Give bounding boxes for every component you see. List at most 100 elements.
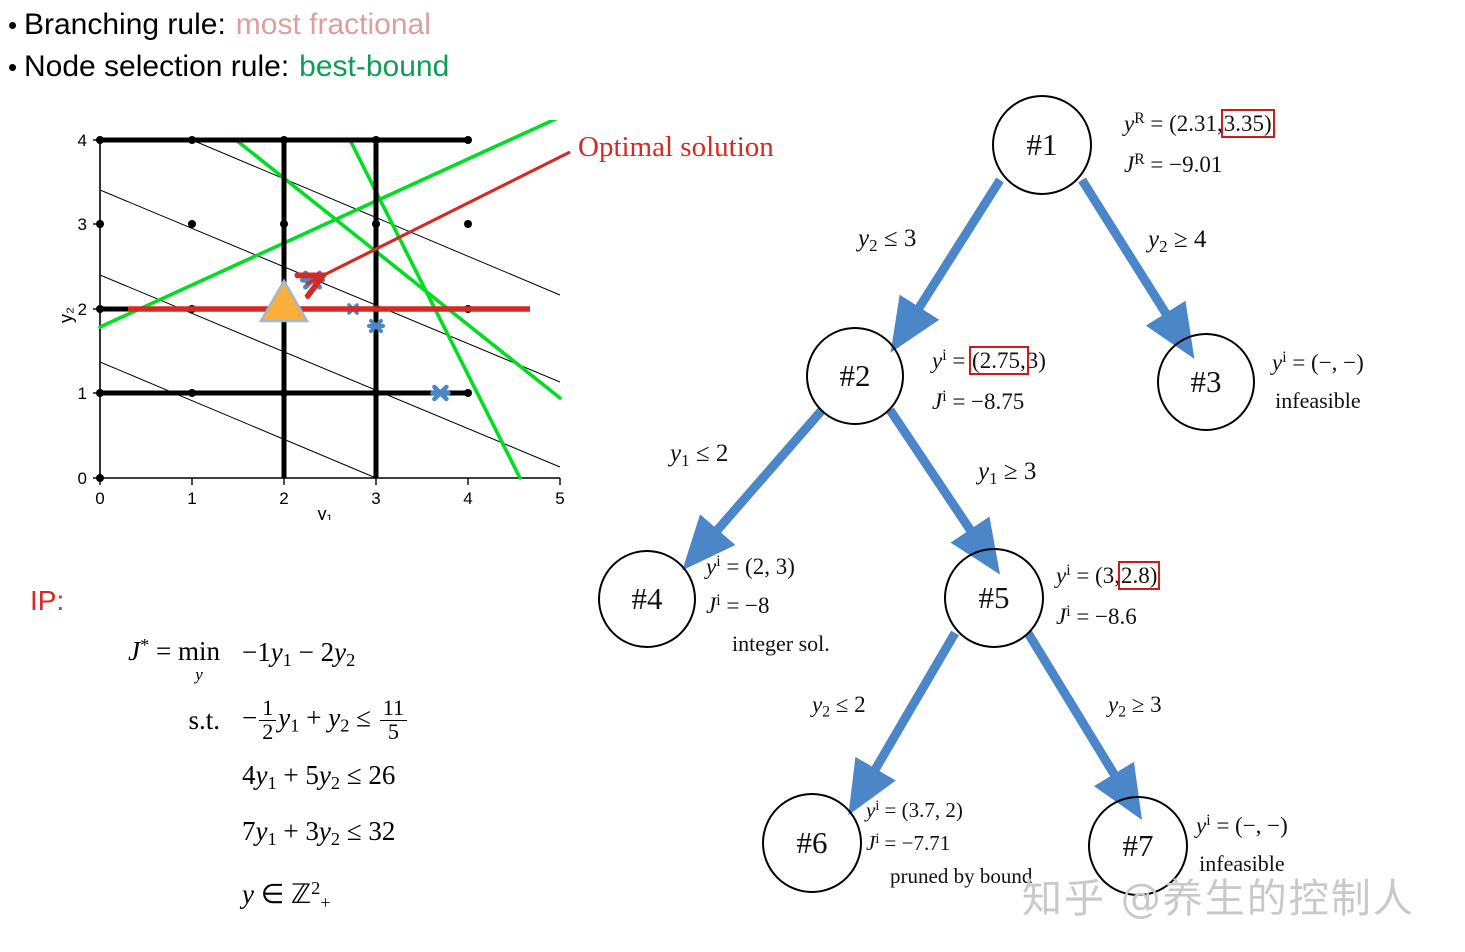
node-selection-rule-label: Node selection rule: — [24, 50, 290, 83]
edge-5-7-rel: ≥ — [1131, 692, 1145, 717]
tree-edge-2-4 — [682, 407, 826, 571]
bullet-dot-icon: • — [8, 52, 18, 82]
edge-5-7-sub: 2 — [1118, 703, 1127, 721]
ip-formulation: IP: J* = min y −1y1 − 2y2 s.t. −1 2 y1 + y… — [30, 585, 550, 918]
node-3-sol: = (−, −) — [1292, 349, 1364, 375]
tree-node-6-info: yi = (3.7, 2) Ji = −7.71 pruned by bound — [866, 798, 1033, 889]
frac-num-half: 1 — [259, 697, 277, 721]
tree-edge-2-5 — [886, 407, 1001, 575]
c3-coef-b: 3 — [305, 816, 319, 847]
ip-constraint-row-1: s.t. −1 2 y1 + y2 ≤ 11 5 — [30, 697, 550, 743]
c2-coef-a: 4 — [242, 760, 256, 791]
svg-text:1: 1 — [78, 384, 87, 403]
c3-rhs: 32 — [368, 816, 396, 847]
node-4-sol: = (2, 3) — [726, 553, 795, 579]
edge-5-6-rel: ≤ — [835, 692, 849, 717]
y-axis-label: y₂ — [60, 307, 76, 323]
tree-node-4[interactable]: #4 — [598, 550, 696, 648]
tree-edge-label-2-5: y1 ≥ 3 — [978, 458, 1037, 488]
ip-integrality-expr: y ∈ ℤ2+ — [242, 877, 331, 912]
c2-coef-b: 5 — [305, 760, 319, 791]
edge-2-4-sub: 1 — [681, 450, 690, 470]
tree-node-4-info: yi = (2, 3) Ji = −8 integer sol. — [706, 547, 830, 659]
tree-node-5[interactable]: #5 — [944, 548, 1044, 648]
tree-node-3-label: #3 — [1190, 364, 1222, 399]
node-5-sol-prefix: = (3, — [1076, 562, 1120, 588]
svg-text:3: 3 — [371, 489, 380, 508]
ip-objective-lhs: J* = min y — [128, 635, 220, 685]
tree-node-1-label: #1 — [1026, 127, 1058, 162]
node-2-sol-tail: 3) — [1026, 347, 1046, 373]
tree-node-6-label: #6 — [796, 825, 828, 860]
tree-node-3[interactable]: #3 — [1157, 333, 1255, 431]
ip-st-label: s.t. — [188, 705, 220, 736]
edge-2-5-sub: 1 — [989, 468, 998, 488]
node-2-sol-prefix: = — [952, 347, 966, 373]
tree-edge-1-3 — [1078, 177, 1195, 359]
edge-1-2-bound: 3 — [903, 225, 917, 252]
node-1-obj: = −9.01 — [1150, 151, 1223, 177]
x-axis-label: y₁ — [317, 504, 332, 520]
svg-text:1: 1 — [187, 489, 196, 508]
node-1-sol-boxed: 3.35) — [1220, 108, 1275, 138]
c3-coef-a: 7 — [242, 816, 256, 847]
edge-2-4-rel: ≤ — [695, 440, 710, 467]
ip-constraint-row-2: 4y1 + 5y2 ≤ 26 — [30, 759, 550, 799]
ip-constraint-row-4: y ∈ ℤ2+ — [30, 872, 550, 918]
tree-edge-label-1-2: y2 ≤ 3 — [858, 225, 917, 255]
ip-objective-row: J* = min y −1y1 − 2y2 — [30, 629, 550, 683]
node-6-note: pruned by bound — [890, 864, 1033, 889]
frac-num-eleven: 11 — [379, 697, 408, 721]
branching-rule-label: Branching rule: — [24, 8, 226, 41]
edge-1-2-rel: ≤ — [883, 225, 898, 252]
edge-2-5-rel: ≥ — [1003, 458, 1018, 485]
svg-text:2: 2 — [279, 489, 288, 508]
tree-node-3-info: yi = (−, −) infeasible — [1272, 343, 1364, 416]
tree-node-6[interactable]: #6 — [762, 793, 862, 893]
edge-1-3-rel: ≥ — [1173, 226, 1188, 253]
svg-text:0: 0 — [95, 489, 104, 508]
ip-objective-rhs: −1y1 − 2y2 — [242, 637, 356, 671]
node-4-obj: = −8 — [726, 592, 770, 618]
svg-text:3: 3 — [78, 215, 87, 234]
tree-node-1[interactable]: #1 — [992, 95, 1092, 195]
edge-5-7-bound: 3 — [1150, 692, 1162, 717]
svg-text:4: 4 — [463, 489, 472, 508]
bullet-branching-rule: • Branching rule: most fractional — [8, 4, 648, 46]
tree-edge-label-2-4: y1 ≤ 2 — [670, 440, 729, 470]
tree-edge-label-5-7: y2 ≥ 3 — [1108, 692, 1162, 721]
tree-node-2-info: yi = (2.75,3) Ji = −8.75 — [932, 345, 1046, 414]
node-4-note: integer sol. — [732, 630, 830, 656]
constraint-lines — [98, 120, 562, 480]
ip-title: IP: — [30, 585, 65, 616]
plot-svg: 0 1 2 3 4 5 0 1 2 3 4 y₁ y₂ — [60, 120, 571, 520]
ip-min-subscript: y — [195, 665, 203, 685]
node-3-note: infeasible — [1275, 387, 1361, 413]
tree-edge-1-2 — [890, 177, 1004, 353]
tree-node-2-label: #2 — [839, 358, 871, 393]
node-2-obj: = −8.75 — [952, 388, 1025, 414]
frac-den-half: 2 — [262, 718, 274, 744]
tree-node-7-label: #7 — [1122, 828, 1154, 863]
node-selection-rule-value: best-bound — [299, 50, 450, 83]
branching-rule-value: most fractional — [235, 8, 431, 41]
tree-edge-label-5-6: y2 ≤ 2 — [812, 692, 866, 721]
edge-1-3-bound: 4 — [1193, 226, 1207, 253]
tree-node-1-info: yR = (2.31,3.35) JR = −9.01 — [1124, 108, 1275, 177]
bullet-node-selection-rule: • Node selection rule: best-bound — [8, 46, 648, 88]
tree-node-2[interactable]: #2 — [806, 327, 904, 425]
node-5-obj: = −8.6 — [1076, 603, 1137, 629]
tree-node-5-label: #5 — [978, 580, 1010, 615]
ip-constraint-2-expr: 4y1 + 5y2 ≤ 26 — [242, 760, 396, 794]
bullet-dot-icon: • — [8, 10, 18, 40]
edge-1-3-sub: 2 — [1159, 236, 1168, 256]
node-2-sol-boxed: (2.75, — [969, 345, 1029, 375]
node-5-sol-boxed: 2.8) — [1117, 560, 1161, 590]
edge-2-4-bound: 2 — [715, 440, 729, 467]
node-7-sol: = (−, −) — [1216, 812, 1288, 838]
tree-edge-5-7 — [1024, 630, 1143, 821]
plot-tick-labels: 0 1 2 3 4 5 0 1 2 3 4 — [78, 131, 565, 508]
ip-constraint-3-expr: 7y1 + 3y2 ≤ 32 — [242, 816, 396, 850]
svg-text:0: 0 — [78, 469, 87, 488]
edge-2-5-bound: 3 — [1023, 458, 1037, 485]
